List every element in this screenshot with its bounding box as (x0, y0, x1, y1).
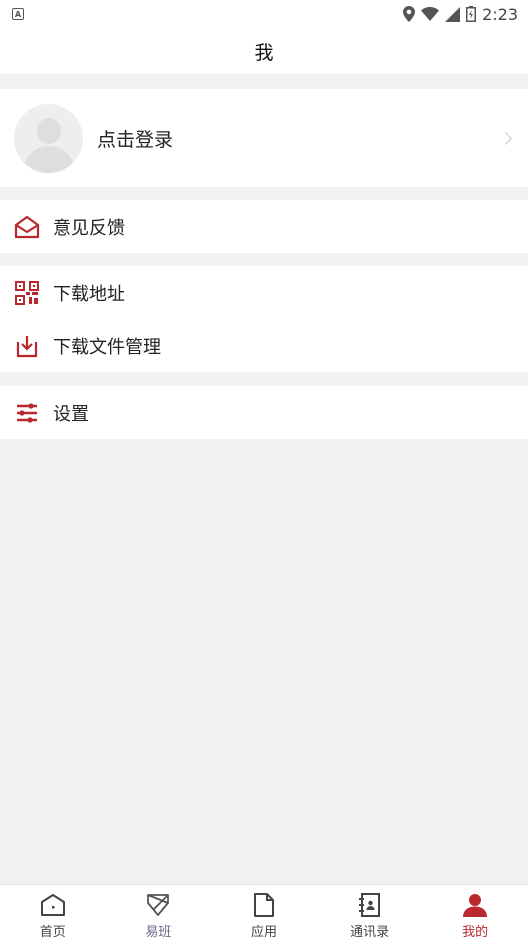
menu-group-settings: 设置 (0, 386, 528, 439)
avatar-body-shape (23, 145, 75, 173)
status-bar: A 2:23 (0, 0, 528, 28)
mail-open-icon (14, 214, 40, 240)
tab-label: 我的 (462, 925, 489, 940)
yiban-icon (144, 891, 172, 919)
menu-item-settings[interactable]: 设置 (0, 386, 528, 439)
menu-item-label: 意见反馈 (53, 217, 125, 239)
menu-item-download-manager[interactable]: 下载文件管理 (0, 319, 528, 372)
sliders-icon (14, 400, 40, 426)
contacts-icon (356, 891, 384, 919)
tab-home[interactable]: 首页 (0, 885, 106, 945)
tab-yiban[interactable]: 易班 (106, 885, 212, 945)
menu-group-feedback: 意见反馈 (0, 200, 528, 253)
tab-contacts[interactable]: 通讯录 (317, 885, 423, 945)
tab-label: 易班 (145, 925, 172, 940)
chevron-right-icon (499, 131, 512, 145)
menu-item-feedback[interactable]: 意见反馈 (0, 200, 528, 253)
signal-icon (445, 6, 461, 22)
login-label: 点击登录 (97, 128, 174, 151)
avatar[interactable] (14, 103, 83, 173)
qr-code-icon (14, 280, 40, 306)
location-icon (403, 6, 416, 22)
bottom-tab-bar: 首页 易班 应用 通讯录 我的 (0, 884, 528, 945)
clock-time: 2:23 (482, 4, 518, 24)
battery-icon (466, 6, 477, 22)
tab-me[interactable]: 我的 (422, 885, 528, 945)
person-icon (461, 891, 489, 919)
wifi-icon (421, 7, 440, 21)
tab-apps[interactable]: 应用 (211, 885, 317, 945)
page-title: 我 (254, 41, 274, 64)
login-card[interactable]: 点击登录 (0, 89, 528, 187)
tab-label: 首页 (39, 925, 66, 940)
tab-label: 应用 (250, 925, 277, 940)
menu-group-download: 下载地址 下载文件管理 (0, 266, 528, 372)
page-header: 我 (0, 28, 528, 74)
status-icons: 2:23 (403, 5, 518, 24)
download-icon (14, 333, 40, 359)
menu-item-download-address[interactable]: 下载地址 (0, 266, 528, 319)
menu-item-label: 下载地址 (53, 283, 125, 305)
menu-item-label: 下载文件管理 (53, 336, 161, 358)
menu-item-label: 设置 (53, 403, 89, 425)
tab-label: 通讯录 (350, 925, 390, 940)
avatar-head-shape (37, 117, 61, 144)
home-icon (39, 891, 67, 919)
notification-a-icon: A (12, 8, 24, 20)
document-icon (250, 891, 278, 919)
